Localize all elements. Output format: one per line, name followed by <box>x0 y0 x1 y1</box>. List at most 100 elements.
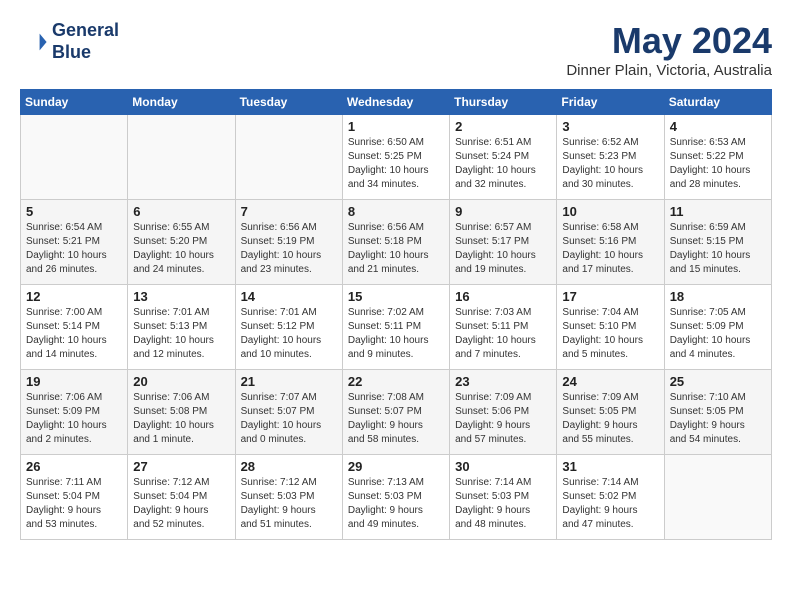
day-info: Sunrise: 6:53 AM Sunset: 5:22 PM Dayligh… <box>670 136 766 192</box>
column-header-monday: Monday <box>128 90 235 115</box>
day-number: 28 <box>241 459 337 474</box>
calendar-cell: 13 Sunrise: 7:01 AM Sunset: 5:13 PM Dayli… <box>128 285 235 370</box>
logo: General Blue <box>20 20 119 63</box>
calendar-cell: 9Sunrise: 6:57 AM Sunset: 5:17 PM Daylig… <box>450 200 557 285</box>
calendar-cell: 6Sunrise: 6:55 AM Sunset: 5:20 PM Daylig… <box>128 200 235 285</box>
day-info: Sunrise: 6:54 AM Sunset: 5:21 PM Dayligh… <box>26 221 122 277</box>
calendar-week-row: 19Sunrise: 7:06 AM Sunset: 5:09 PM Dayli… <box>21 370 772 455</box>
calendar-week-row: 12 Sunrise: 7:00 AM Sunset: 5:14 PM Dayli… <box>21 285 772 370</box>
day-info: Sunrise: 6:50 AM Sunset: 5:25 PM Dayligh… <box>348 136 444 192</box>
day-info: Sunrise: 7:01 AM Sunset: 5:13 PM Dayligh… <box>133 306 229 362</box>
day-number: 18 <box>670 289 766 304</box>
day-info: Sunrise: 7:01 AM Sunset: 5:12 PM Dayligh… <box>241 306 337 362</box>
calendar-cell <box>128 115 235 200</box>
calendar-cell: 17 Sunrise: 7:04 AM Sunset: 5:10 PM Dayli… <box>557 285 664 370</box>
calendar-cell: 28Sunrise: 7:12 AM Sunset: 5:03 PM Dayli… <box>235 455 342 540</box>
day-number: 7 <box>241 204 337 219</box>
calendar-cell: 22 Sunrise: 7:08 AM Sunset: 5:07 PM Dayli… <box>342 370 449 455</box>
logo-icon <box>20 28 48 56</box>
day-number: 16 <box>455 289 551 304</box>
day-number: 22 <box>348 374 444 389</box>
calendar-cell: 11Sunrise: 6:59 AM Sunset: 5:15 PM Dayli… <box>664 200 771 285</box>
day-number: 3 <box>562 119 658 134</box>
calendar-table: SundayMondayTuesdayWednesdayThursdayFrid… <box>20 89 772 540</box>
day-number: 14 <box>241 289 337 304</box>
calendar-cell: 15 Sunrise: 7:02 AM Sunset: 5:11 PM Dayli… <box>342 285 449 370</box>
calendar-cell: 10Sunrise: 6:58 AM Sunset: 5:16 PM Dayli… <box>557 200 664 285</box>
day-info: Sunrise: 7:14 AM Sunset: 5:02 PM Dayligh… <box>562 476 658 532</box>
column-header-tuesday: Tuesday <box>235 90 342 115</box>
calendar-cell: 2 Sunrise: 6:51 AM Sunset: 5:24 PM Daylig… <box>450 115 557 200</box>
calendar-week-row: 1 Sunrise: 6:50 AM Sunset: 5:25 PM Daylig… <box>21 115 772 200</box>
calendar-cell: 24 Sunrise: 7:09 AM Sunset: 5:05 PM Dayli… <box>557 370 664 455</box>
day-number: 12 <box>26 289 122 304</box>
day-number: 27 <box>133 459 229 474</box>
column-header-friday: Friday <box>557 90 664 115</box>
logo-text: General Blue <box>52 20 119 63</box>
day-info: Sunrise: 6:58 AM Sunset: 5:16 PM Dayligh… <box>562 221 658 277</box>
day-info: Sunrise: 7:00 AM Sunset: 5:14 PM Dayligh… <box>26 306 122 362</box>
day-info: Sunrise: 7:04 AM Sunset: 5:10 PM Dayligh… <box>562 306 658 362</box>
day-number: 24 <box>562 374 658 389</box>
calendar-header-row: SundayMondayTuesdayWednesdayThursdayFrid… <box>21 90 772 115</box>
month-title: May 2024 <box>566 20 772 62</box>
day-info: Sunrise: 7:05 AM Sunset: 5:09 PM Dayligh… <box>670 306 766 362</box>
day-number: 17 <box>562 289 658 304</box>
day-info: Sunrise: 6:59 AM Sunset: 5:15 PM Dayligh… <box>670 221 766 277</box>
page-header: General Blue May 2024 Dinner Plain, Vict… <box>20 20 772 79</box>
calendar-cell <box>664 455 771 540</box>
day-info: Sunrise: 6:52 AM Sunset: 5:23 PM Dayligh… <box>562 136 658 192</box>
day-info: Sunrise: 7:06 AM Sunset: 5:08 PM Dayligh… <box>133 391 229 447</box>
day-info: Sunrise: 7:02 AM Sunset: 5:11 PM Dayligh… <box>348 306 444 362</box>
day-number: 25 <box>670 374 766 389</box>
day-info: Sunrise: 7:07 AM Sunset: 5:07 PM Dayligh… <box>241 391 337 447</box>
calendar-cell: 14 Sunrise: 7:01 AM Sunset: 5:12 PM Dayli… <box>235 285 342 370</box>
day-number: 8 <box>348 204 444 219</box>
column-header-sunday: Sunday <box>21 90 128 115</box>
calendar-cell: 16Sunrise: 7:03 AM Sunset: 5:11 PM Dayli… <box>450 285 557 370</box>
calendar-cell: 1 Sunrise: 6:50 AM Sunset: 5:25 PM Daylig… <box>342 115 449 200</box>
day-number: 26 <box>26 459 122 474</box>
day-info: Sunrise: 7:11 AM Sunset: 5:04 PM Dayligh… <box>26 476 122 532</box>
day-number: 21 <box>241 374 337 389</box>
calendar-cell: 31Sunrise: 7:14 AM Sunset: 5:02 PM Dayli… <box>557 455 664 540</box>
calendar-cell: 12 Sunrise: 7:00 AM Sunset: 5:14 PM Dayli… <box>21 285 128 370</box>
calendar-week-row: 26 Sunrise: 7:11 AM Sunset: 5:04 PM Dayli… <box>21 455 772 540</box>
calendar-cell: 25Sunrise: 7:10 AM Sunset: 5:05 PM Dayli… <box>664 370 771 455</box>
calendar-cell: 5 Sunrise: 6:54 AM Sunset: 5:21 PM Daylig… <box>21 200 128 285</box>
day-number: 9 <box>455 204 551 219</box>
day-info: Sunrise: 7:09 AM Sunset: 5:05 PM Dayligh… <box>562 391 658 447</box>
day-info: Sunrise: 7:08 AM Sunset: 5:07 PM Dayligh… <box>348 391 444 447</box>
calendar-cell <box>235 115 342 200</box>
title-area: May 2024 Dinner Plain, Victoria, Austral… <box>566 20 772 79</box>
day-number: 19 <box>26 374 122 389</box>
day-number: 4 <box>670 119 766 134</box>
calendar-cell: 4 Sunrise: 6:53 AM Sunset: 5:22 PM Daylig… <box>664 115 771 200</box>
day-number: 30 <box>455 459 551 474</box>
day-number: 5 <box>26 204 122 219</box>
calendar-cell: 23Sunrise: 7:09 AM Sunset: 5:06 PM Dayli… <box>450 370 557 455</box>
day-number: 20 <box>133 374 229 389</box>
calendar-cell: 27 Sunrise: 7:12 AM Sunset: 5:04 PM Dayli… <box>128 455 235 540</box>
day-number: 23 <box>455 374 551 389</box>
day-number: 13 <box>133 289 229 304</box>
day-number: 1 <box>348 119 444 134</box>
day-number: 15 <box>348 289 444 304</box>
day-info: Sunrise: 6:51 AM Sunset: 5:24 PM Dayligh… <box>455 136 551 192</box>
day-info: Sunrise: 6:56 AM Sunset: 5:19 PM Dayligh… <box>241 221 337 277</box>
calendar-cell: 29Sunrise: 7:13 AM Sunset: 5:03 PM Dayli… <box>342 455 449 540</box>
calendar-cell: 18 Sunrise: 7:05 AM Sunset: 5:09 PM Dayli… <box>664 285 771 370</box>
day-number: 29 <box>348 459 444 474</box>
day-number: 2 <box>455 119 551 134</box>
calendar-week-row: 5 Sunrise: 6:54 AM Sunset: 5:21 PM Daylig… <box>21 200 772 285</box>
calendar-cell: 21 Sunrise: 7:07 AM Sunset: 5:07 PM Dayli… <box>235 370 342 455</box>
calendar-cell: 8Sunrise: 6:56 AM Sunset: 5:18 PM Daylig… <box>342 200 449 285</box>
day-info: Sunrise: 7:12 AM Sunset: 5:04 PM Dayligh… <box>133 476 229 532</box>
calendar-cell: 3 Sunrise: 6:52 AM Sunset: 5:23 PM Daylig… <box>557 115 664 200</box>
column-header-thursday: Thursday <box>450 90 557 115</box>
calendar-cell: 30Sunrise: 7:14 AM Sunset: 5:03 PM Dayli… <box>450 455 557 540</box>
location-subtitle: Dinner Plain, Victoria, Australia <box>566 62 772 79</box>
calendar-cell: 26 Sunrise: 7:11 AM Sunset: 5:04 PM Dayli… <box>21 455 128 540</box>
calendar-cell: 7 Sunrise: 6:56 AM Sunset: 5:19 PM Daylig… <box>235 200 342 285</box>
calendar-cell: 20 Sunrise: 7:06 AM Sunset: 5:08 PM Dayli… <box>128 370 235 455</box>
